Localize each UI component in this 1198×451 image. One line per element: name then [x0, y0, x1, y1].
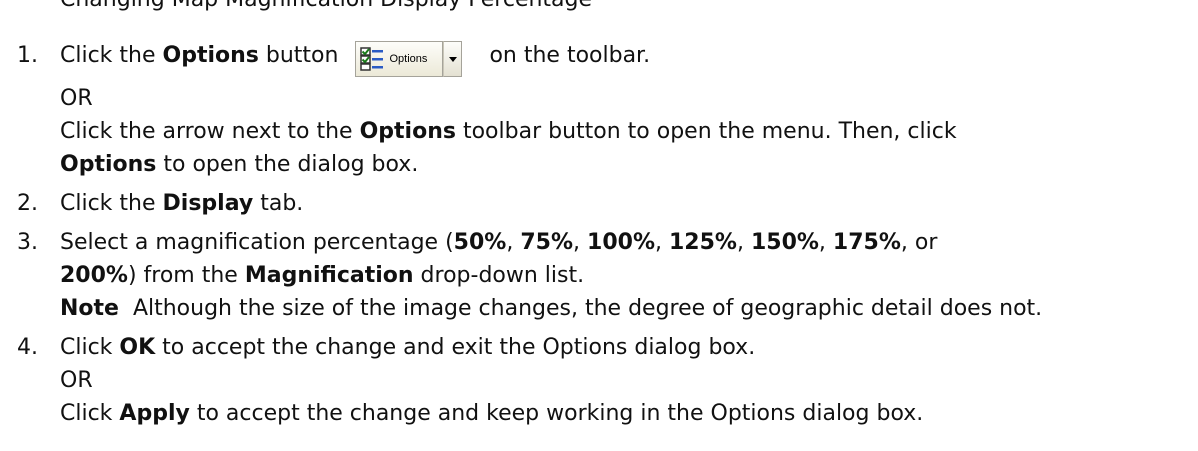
magnification-term: Magnification: [244, 263, 414, 288]
options-term: Options: [162, 43, 259, 68]
or-text: OR: [60, 86, 93, 111]
step-number: 2.: [17, 191, 38, 216]
options-button-label: Options: [389, 53, 428, 65]
ok-term: OK: [119, 335, 156, 360]
cut-off-heading-text: Changing Map Magnification Display Perce…: [60, 0, 592, 16]
apply-term: Apply: [119, 401, 190, 426]
step-1: 1. Click the Options button Options on t…: [0, 39, 1190, 181]
or-text: OR: [60, 368, 93, 393]
step-number: 4.: [17, 335, 38, 360]
instruction-steps: 1. Click the Options button Options on t…: [0, 39, 1190, 436]
options-checklist-icon: [360, 47, 384, 71]
step-2: 2. Click the Display tab.: [0, 187, 1190, 220]
step-3: 3. Select a magnification percentage (50…: [0, 226, 1190, 325]
display-term: Display: [162, 191, 254, 216]
step-4: 4. Click OK to accept the change and exi…: [0, 331, 1190, 430]
step-number: 3.: [17, 230, 38, 255]
step-number: 1.: [17, 43, 38, 68]
note-label: Note: [60, 296, 119, 321]
chevron-down-icon: [443, 41, 463, 77]
options-button: Options: [355, 41, 444, 77]
note-text: Although the size of the image changes, …: [118, 296, 1043, 321]
options-toolbar-button-image: Options: [355, 41, 463, 78]
